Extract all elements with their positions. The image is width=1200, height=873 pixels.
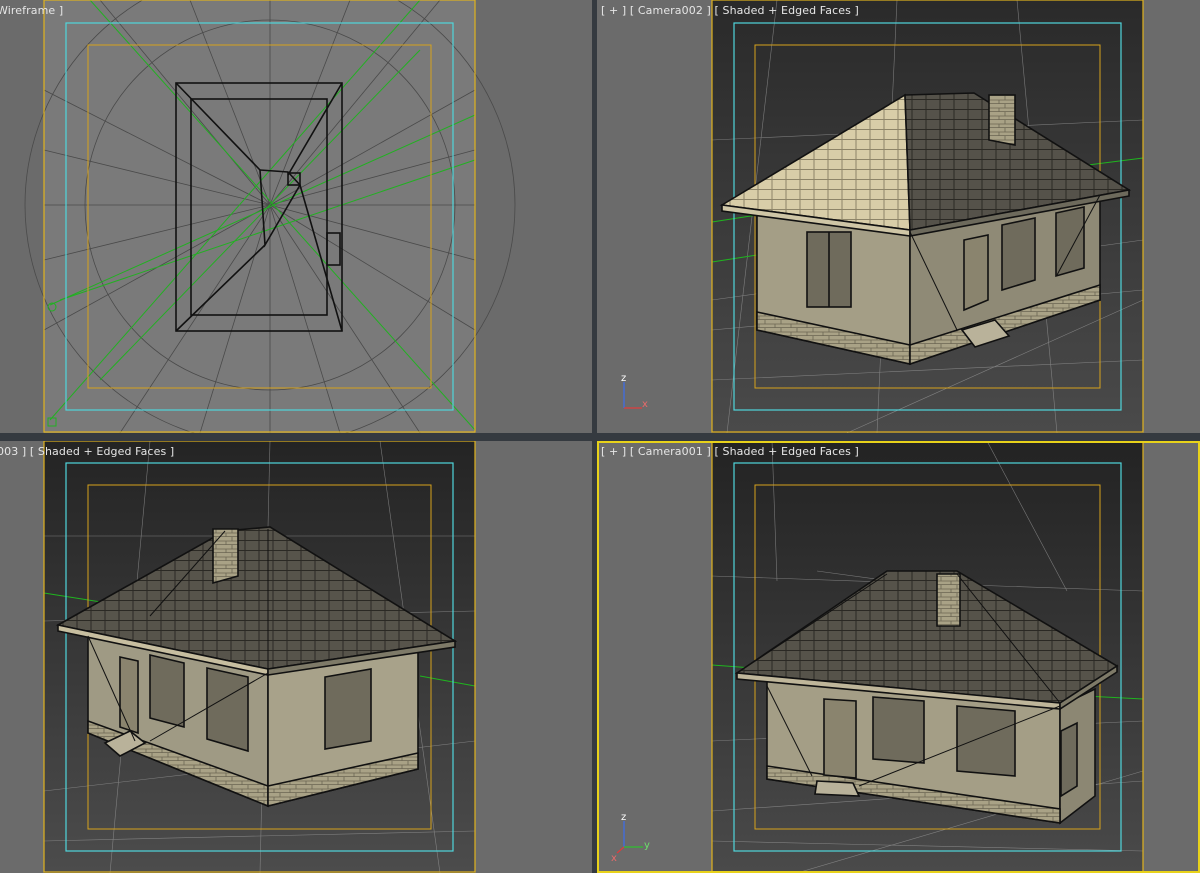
viewport-label[interactable]: 003 ] [ Shaded + Edged Faces ]	[0, 445, 174, 458]
camera001-scene: z x y	[611, 443, 1144, 871]
viewport-top-left[interactable]: Wireframe ]	[0, 0, 592, 433]
axis-z-label: z	[621, 373, 626, 384]
viewport-label[interactable]: Wireframe ]	[0, 4, 63, 17]
axis-z-label: z	[621, 812, 626, 823]
camera002-scene: z x	[621, 0, 1144, 433]
viewport-bottom-left[interactable]: 003 ] [ Shaded + Edged Faces ]	[0, 441, 592, 873]
camera003-scene	[43, 441, 476, 873]
axis-x-label: x	[611, 853, 617, 864]
axis-x-label: x	[642, 399, 648, 410]
viewport-bottom-right[interactable]: z x y [ + ] [ Camera001 ] [ Shaded + Edg…	[597, 441, 1200, 873]
axis-gizmo	[616, 821, 643, 854]
viewport-divider-horizontal[interactable]	[0, 433, 1200, 441]
viewport-label[interactable]: [ + ] [ Camera001 ] [ Shaded + Edged Fac…	[601, 445, 859, 458]
axis-y-label: y	[644, 840, 650, 851]
viewport-label[interactable]: [ + ] [ Camera002 ] [ Shaded + Edged Fac…	[601, 4, 859, 17]
axis-gizmo	[623, 382, 642, 409]
wireframe-scene	[24, 0, 516, 433]
viewport-top-right[interactable]: z x [ + ] [ Camera002 ] [ Shaded + Edged…	[597, 0, 1200, 433]
